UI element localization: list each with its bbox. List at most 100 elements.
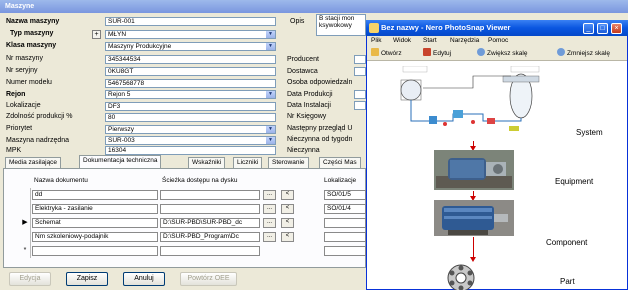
- doc-path-cell[interactable]: D:\SUR-PBD\SUR-PBD_dc: [160, 218, 260, 228]
- zoom-in-button[interactable]: Zwiększ skalę: [477, 48, 527, 59]
- app-icon: [369, 23, 379, 33]
- system-diagram-image: [393, 66, 553, 140]
- system-label: System: [576, 128, 603, 137]
- open-doc-button[interactable]: <: [281, 204, 294, 214]
- typ-select[interactable]: MŁYN ▼: [105, 30, 276, 39]
- model-label: Numer modelu: [6, 79, 52, 86]
- edit-image-button[interactable]: Edytuj: [423, 48, 451, 59]
- doc-path-cell[interactable]: D:\SUR-PBD_Program\Dc: [160, 232, 260, 242]
- chevron-down-icon[interactable]: ▼: [266, 126, 275, 133]
- folder-icon: [371, 48, 379, 56]
- tab-dokumentacja[interactable]: Dokumentacja techniczna: [79, 155, 162, 168]
- add-type-button[interactable]: +: [92, 30, 101, 39]
- dostawca-field[interactable]: [354, 67, 366, 76]
- edit-icon: [423, 48, 431, 56]
- tab-wskazniki[interactable]: Wskaźniki: [188, 157, 226, 168]
- nastepny-label: Następny przegląd U: [287, 125, 353, 132]
- lokal-label: Lokalizacje: [6, 102, 41, 109]
- doc-name-cell[interactable]: Elektryka - zasilanie: [32, 204, 158, 214]
- repeat-oee-button[interactable]: Powtórz OEE: [180, 272, 237, 286]
- chevron-down-icon[interactable]: ▼: [266, 43, 275, 50]
- browse-button[interactable]: ...: [263, 204, 276, 214]
- doc-loc-cell[interactable]: SO/01/4: [324, 204, 366, 214]
- seryjny-field[interactable]: 0KU8GT: [105, 67, 276, 76]
- menu-pomoc[interactable]: Pomoc: [488, 36, 508, 46]
- zdol-label: Zdolność produkcji %: [6, 113, 73, 120]
- prior-label: Priorytet: [6, 125, 33, 132]
- zoom-out-label: Zmniejsz skalę: [567, 50, 610, 57]
- tab-liczniki[interactable]: Liczniki: [233, 157, 263, 168]
- edit-button[interactable]: Edycja: [9, 272, 51, 286]
- browse-button[interactable]: ...: [263, 218, 276, 228]
- rejon-select[interactable]: Rejon 5 ▼: [105, 90, 276, 99]
- browse-button[interactable]: ...: [263, 190, 276, 200]
- doc-name-cell[interactable]: Schemat: [32, 218, 158, 228]
- col-header-loc: Lokalizacje: [324, 177, 357, 184]
- nadrz-label: Maszyna nadrzędna: [6, 137, 70, 144]
- open-button[interactable]: Otwórz: [371, 48, 402, 59]
- arrow-line: [473, 237, 474, 258]
- doc-name-cell[interactable]: [32, 246, 158, 256]
- chevron-down-icon[interactable]: ▼: [266, 31, 275, 38]
- chevron-down-icon[interactable]: ▼: [266, 137, 275, 144]
- zoom-out-button[interactable]: Zmniejsz skalę: [557, 48, 610, 59]
- menu-plik[interactable]: Plik: [371, 36, 381, 46]
- doc-loc-cell[interactable]: [324, 246, 366, 256]
- mpk-field[interactable]: 16304: [105, 146, 276, 155]
- menu-narzedzia[interactable]: Narzędzia: [450, 36, 479, 46]
- klasa-select[interactable]: Maszyny Produkcyjne ▼: [105, 42, 276, 51]
- row-selector[interactable]: [20, 202, 31, 216]
- chevron-down-icon[interactable]: ▼: [266, 91, 275, 98]
- component-image: [434, 200, 514, 236]
- equipment-image: [434, 150, 514, 190]
- nazwa-label: Nazwa maszyny: [6, 18, 60, 25]
- doc-loc-cell[interactable]: [324, 232, 366, 242]
- menu-widok[interactable]: Widok: [393, 36, 411, 46]
- model-field[interactable]: 5467568778: [105, 79, 276, 88]
- prior-select[interactable]: Pierwszy ▼: [105, 125, 276, 134]
- nazwa-field[interactable]: SUR-001: [105, 17, 276, 26]
- nr-field[interactable]: 345344534: [105, 55, 276, 64]
- open-doc-button[interactable]: <: [281, 190, 294, 200]
- doc-path-cell[interactable]: [160, 190, 260, 200]
- browse-button[interactable]: ...: [263, 232, 276, 242]
- tab-sterowanie[interactable]: Sterowanie: [268, 157, 309, 168]
- doc-loc-cell[interactable]: SO/01/5: [324, 190, 366, 200]
- zdol-field[interactable]: 80: [105, 113, 276, 122]
- save-button[interactable]: Zapisz: [66, 272, 108, 286]
- equipment-label: Equipment: [555, 177, 594, 186]
- lokal-field[interactable]: DF3: [105, 102, 276, 111]
- data-prod-label: Data Produkcji: [287, 91, 333, 98]
- nieczynna-label: Nieczynna: [287, 147, 320, 154]
- doc-name-cell[interactable]: dd: [32, 190, 158, 200]
- data-inst-label: Data Instalacji: [287, 102, 331, 109]
- col-header-name: Nazwa dokumentu: [34, 177, 88, 184]
- menu-start[interactable]: Start: [423, 36, 437, 46]
- tab-media[interactable]: Media zasilające: [5, 157, 62, 168]
- close-icon[interactable]: ×: [611, 23, 622, 34]
- producent-field[interactable]: [354, 55, 366, 64]
- doc-loc-cell[interactable]: [324, 218, 366, 228]
- row-selector[interactable]: [20, 188, 31, 202]
- row-selector[interactable]: ▶: [20, 216, 31, 230]
- cancel-button[interactable]: Anuluj: [123, 272, 165, 286]
- klasa-value: Maszyny Produkcyjne: [108, 43, 172, 50]
- opis-field[interactable]: B stacji mon ksywokowy: [316, 14, 366, 36]
- data-inst-field[interactable]: [354, 101, 366, 110]
- typ-value: MŁYN: [108, 31, 127, 38]
- doc-path-cell[interactable]: [160, 246, 260, 256]
- doc-name-cell[interactable]: Nm szkoleniowy-podajnik: [32, 232, 158, 242]
- tab-czesci[interactable]: Części Mas: [319, 157, 361, 168]
- part-bearing-image: [447, 264, 475, 290]
- row-selector[interactable]: [20, 230, 31, 244]
- minimize-icon[interactable]: _: [583, 23, 594, 34]
- row-selector[interactable]: *: [20, 244, 31, 258]
- nadrz-select[interactable]: SUR-003 ▼: [105, 136, 276, 145]
- maximize-icon[interactable]: □: [597, 23, 608, 34]
- doc-path-cell[interactable]: [160, 204, 260, 214]
- dostawca-label: Dostawca: [287, 68, 318, 75]
- data-prod-field[interactable]: [354, 90, 366, 99]
- open-doc-button[interactable]: <: [281, 232, 294, 242]
- open-doc-button[interactable]: <: [281, 218, 294, 228]
- nr-label: Nr maszyny: [6, 55, 43, 62]
